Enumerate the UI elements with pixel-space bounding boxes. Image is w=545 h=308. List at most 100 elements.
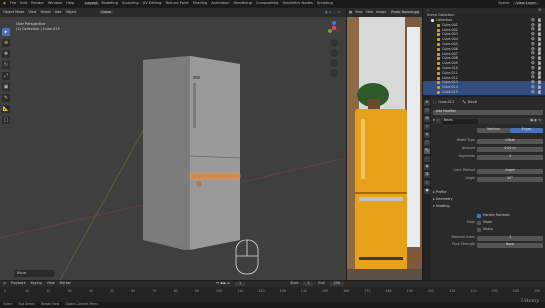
- axis-gizmo-icon[interactable]: [326, 20, 342, 36]
- output-tab-icon[interactable]: ▤: [424, 116, 430, 122]
- menu-playback[interactable]: Playback: [11, 282, 26, 286]
- perspective-toggle-icon[interactable]: [330, 69, 338, 77]
- setting-field[interactable]: Angle: [477, 168, 543, 174]
- object-name[interactable]: Cube.013: [438, 101, 454, 105]
- seam-checkbox[interactable]: [477, 221, 481, 225]
- annotate-icon[interactable]: ✎: [2, 94, 10, 102]
- visibility-eye-icon[interactable]: 👁: [531, 18, 535, 22]
- render-camera-icon[interactable]: ◙: [538, 90, 541, 94]
- move-icon[interactable]: ✥: [2, 50, 10, 58]
- image-selector[interactable]: Photo Texture.jpg: [390, 10, 420, 15]
- render-camera-icon[interactable]: ◙: [538, 18, 541, 22]
- modifier-visibility-icons[interactable]: ▣ ◐ ✕: [530, 119, 541, 123]
- outliner-search-icon[interactable]: ⌕: [427, 8, 429, 12]
- geometry-panel[interactable]: ▸ Geometry: [433, 197, 453, 201]
- menu-view[interactable]: View: [47, 282, 55, 286]
- add-cube-icon[interactable]: ▢: [2, 116, 10, 124]
- object-mode-dropdown[interactable]: Object Mode: [3, 10, 24, 14]
- data-tab-icon[interactable]: △: [424, 180, 430, 186]
- modifier-wrench-icon[interactable]: 🔧: [424, 148, 430, 154]
- shading-mode-icon[interactable]: ● ◐ ○ ◑: [325, 10, 340, 14]
- menu-help[interactable]: Help: [66, 1, 74, 6]
- constraints-tab-icon[interactable]: ⛓: [424, 172, 430, 178]
- setting-field[interactable]: 0.02 m: [477, 146, 543, 152]
- visibility-eye-icon[interactable]: 👁: [531, 61, 535, 65]
- vertices-toggle[interactable]: Vertices: [477, 127, 510, 133]
- menu-select[interactable]: Select: [40, 10, 50, 14]
- render-camera-icon[interactable]: ◙: [538, 42, 541, 46]
- start-frame-field[interactable]: 1: [303, 282, 314, 286]
- rotate-icon[interactable]: ↻: [2, 61, 10, 69]
- tab-animation[interactable]: Animation: [210, 1, 230, 6]
- add-modifier-button[interactable]: Add Modifier: [433, 109, 543, 115]
- setting-field[interactable]: 3: [477, 154, 543, 160]
- render-camera-icon[interactable]: ◙: [538, 37, 541, 41]
- material-tab-icon[interactable]: ●: [424, 188, 430, 194]
- blender-logo-icon[interactable]: ◉: [3, 1, 6, 6]
- view-layer-selector[interactable]: View Layer: [513, 1, 539, 6]
- tab-sculpting[interactable]: Sculpting: [121, 1, 140, 6]
- menu-add[interactable]: Add: [55, 10, 62, 14]
- sharp-checkbox[interactable]: [477, 228, 481, 232]
- menu-file[interactable]: File: [10, 1, 16, 6]
- filter-icon[interactable]: ⚲: [539, 8, 541, 12]
- modifier-name-field[interactable]: Bevel: [441, 118, 478, 124]
- object-tab-icon[interactable]: ▢: [424, 140, 430, 146]
- visibility-eye-icon[interactable]: 👁: [531, 42, 535, 46]
- tab-texture-paint[interactable]: Texture Paint: [164, 1, 189, 6]
- render-camera-icon[interactable]: ◙: [538, 85, 541, 89]
- select-box-icon[interactable]: ▸: [2, 28, 10, 36]
- menu-marker[interactable]: Marker: [60, 282, 71, 286]
- setting-field[interactable]: Offset: [477, 138, 543, 144]
- outliner-row[interactable]: Cube.015 👁 ◙: [423, 90, 545, 95]
- scene-selector[interactable]: Scene: [498, 1, 509, 6]
- 3d-viewport[interactable]: Object Mode View Select Add Object Globa…: [0, 8, 346, 280]
- scale-icon[interactable]: ⤢: [2, 72, 10, 80]
- cursor-icon[interactable]: ⊕: [2, 39, 10, 47]
- visibility-eye-icon[interactable]: 👁: [531, 90, 535, 94]
- physics-tab-icon[interactable]: ◉: [424, 164, 430, 170]
- world-tab-icon[interactable]: ◍: [424, 132, 430, 138]
- menu-edit[interactable]: Edit: [20, 1, 27, 6]
- navigation-gizmo[interactable]: [326, 20, 342, 80]
- transform-icon[interactable]: ▣: [2, 83, 10, 91]
- render-tab-icon[interactable]: ◫: [424, 108, 430, 114]
- profile-panel[interactable]: ▸ Profile: [433, 190, 446, 194]
- pan-hand-icon[interactable]: [330, 49, 338, 57]
- menu-keying[interactable]: Keying: [31, 282, 42, 286]
- camera-view-icon[interactable]: [330, 59, 338, 67]
- timeline-editor-icon[interactable]: ◷: [3, 282, 6, 286]
- last-operator-panel[interactable]: Move: [14, 270, 54, 277]
- scene-tab-icon[interactable]: ◇: [424, 124, 430, 130]
- image-editor[interactable]: ▦ View View Image Photo Texture.jpg: [347, 8, 422, 280]
- tab-uv-editing[interactable]: UV Editing: [142, 1, 163, 6]
- menu-view[interactable]: View: [355, 10, 363, 14]
- tab-rendering[interactable]: Rendering: [233, 1, 253, 6]
- properties-editor[interactable]: ⚙ ◫ ▤ ◇ ◍ ▢ 🔧 ∴ ◉ ⛓ △ ● ▢ Cube.013 🔧 Bev…: [423, 97, 545, 280]
- zoom-icon[interactable]: [330, 39, 338, 47]
- material-index-field[interactable]: -1: [477, 235, 543, 241]
- visibility-eye-icon[interactable]: 👁: [531, 66, 535, 70]
- face-strength-dropdown[interactable]: None: [477, 242, 543, 248]
- tool-tab-icon[interactable]: ⚙: [424, 100, 430, 106]
- render-camera-icon[interactable]: ◙: [538, 66, 541, 70]
- menu-view[interactable]: View: [28, 10, 36, 14]
- transform-orientation-dropdown[interactable]: Global: [98, 10, 114, 15]
- tab-scripting[interactable]: Scripting: [316, 1, 334, 6]
- tab-layout[interactable]: Layout: [84, 1, 99, 6]
- tab-shading[interactable]: Shading: [192, 1, 209, 6]
- harden-normals-checkbox[interactable]: [477, 214, 481, 218]
- menu-window[interactable]: Window: [48, 1, 62, 6]
- particles-tab-icon[interactable]: ∴: [424, 156, 430, 162]
- visibility-eye-icon[interactable]: 👁: [531, 85, 535, 89]
- menu-object[interactable]: Object: [65, 10, 76, 14]
- outliner[interactable]: ⌕ ⚲ Scene Collection Collection 👁 ◙ Cube…: [423, 8, 545, 96]
- menu-view-2[interactable]: View: [366, 10, 374, 14]
- tab-geometry-nodes[interactable]: Geometry Nodes: [281, 1, 313, 6]
- editor-type-icon[interactable]: ▦: [349, 10, 352, 14]
- setting-field[interactable]: 30°: [477, 176, 543, 182]
- measure-icon[interactable]: 📐: [2, 105, 10, 113]
- render-camera-icon[interactable]: ◙: [538, 61, 541, 65]
- current-frame-field[interactable]: 1: [235, 282, 246, 286]
- visibility-eye-icon[interactable]: 👁: [531, 37, 535, 41]
